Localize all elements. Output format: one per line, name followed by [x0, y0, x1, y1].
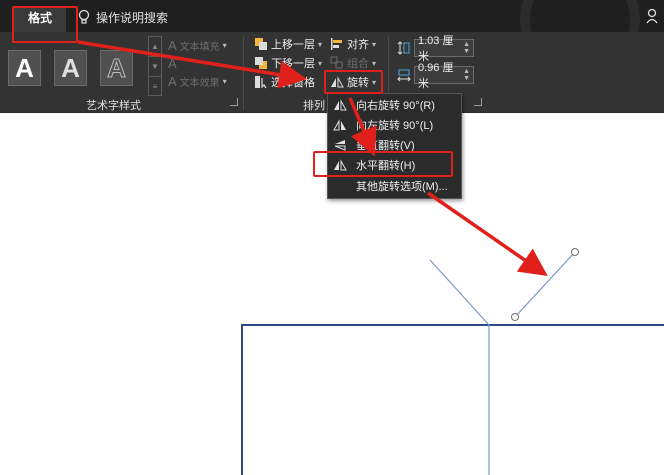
- lightbulb-icon: [78, 9, 90, 24]
- chevron-down-icon: ▾: [372, 58, 377, 68]
- menu-item-label: 向右旋转 90°(R): [356, 100, 435, 112]
- group-label: 组合: [347, 58, 369, 70]
- rectangle-shape[interactable]: [241, 324, 664, 475]
- chevron-down-icon: ▾: [318, 39, 323, 49]
- group-divider: [243, 36, 244, 110]
- menu-item-more-rotation[interactable]: 其他旋转选项(M)...: [328, 176, 461, 196]
- text-fill-icon: A: [168, 37, 177, 53]
- rotate-dropdown-menu: 向右旋转 90°(R) 向左旋转 90°(L) 垂直翻转(V) 水平翻转(H) …: [327, 93, 462, 199]
- rotate-left-icon: [333, 119, 346, 131]
- menu-item-label: 其他旋转选项(M)...: [356, 181, 448, 193]
- width-field[interactable]: 0.96 厘米 ▲ ▼: [397, 62, 474, 90]
- wordart-dialog-launcher-icon[interactable]: [230, 98, 238, 106]
- selection-pane-icon: [255, 76, 267, 89]
- layer-down-icon: [255, 57, 267, 69]
- text-fill-label: 文本填充: [179, 41, 220, 53]
- highlight-format-tab: [12, 6, 78, 43]
- align-button[interactable]: 对齐 ▾: [330, 35, 376, 53]
- text-effect-label: 文本效果: [179, 77, 220, 89]
- gallery-down-icon[interactable]: ▼: [149, 57, 161, 77]
- left-diagonal-line-shape[interactable]: [429, 259, 490, 326]
- arrange-group-label: 排列: [303, 100, 325, 112]
- wordart-group-label: 艺术字样式: [86, 100, 141, 112]
- rotate-right-icon: [334, 99, 347, 111]
- layer-up-icon: [255, 38, 267, 50]
- text-effect-icon: A: [168, 73, 177, 89]
- width-input[interactable]: 0.96 厘米 ▲ ▼: [414, 62, 474, 90]
- text-outline-button[interactable]: A: [168, 54, 177, 72]
- width-icon: [397, 69, 411, 82]
- chevron-down-icon: ▾: [222, 76, 227, 86]
- highlight-rotate-button: [324, 70, 383, 94]
- align-icon: [331, 38, 342, 50]
- height-field[interactable]: 1.03 厘米 ▲ ▼: [397, 35, 474, 63]
- group-icon: [330, 56, 343, 69]
- chevron-down-icon: ▾: [222, 40, 227, 50]
- text-outline-icon: A: [168, 55, 177, 71]
- chevron-down-icon: ▾: [372, 39, 377, 49]
- size-dialog-launcher-icon[interactable]: [474, 98, 482, 106]
- height-icon: [397, 41, 410, 55]
- highlight-flip-horizontal: [313, 151, 453, 177]
- wordart-style-1[interactable]: A: [8, 50, 41, 86]
- menu-item-label: 向左旋转 90°(L): [356, 120, 434, 132]
- menu-item-rotate-right[interactable]: 向右旋转 90°(R): [328, 95, 461, 115]
- flip-vertical-icon: [334, 140, 346, 151]
- wordart-style-3[interactable]: A: [100, 50, 133, 86]
- text-fill-button[interactable]: A 文本填充 ▾: [168, 36, 227, 54]
- title-bar: 格式 操作说明搜索: [0, 0, 664, 80]
- align-label: 对齐: [347, 39, 369, 51]
- chevron-down-icon: ▾: [318, 58, 323, 68]
- menu-item-rotate-left[interactable]: 向左旋转 90°(L): [328, 115, 461, 135]
- send-backward-button[interactable]: 下移一层 ▾: [254, 54, 322, 72]
- selected-line-shape[interactable]: [514, 251, 576, 318]
- share-person-icon[interactable]: [646, 8, 660, 24]
- line-start-handle[interactable]: [511, 313, 519, 321]
- selection-pane-button[interactable]: 选择窗格: [254, 73, 315, 91]
- selection-pane-label: 选择窗格: [271, 77, 315, 89]
- text-effect-button[interactable]: A 文本效果 ▾: [168, 72, 227, 90]
- spinner-icon[interactable]: ▲ ▼: [463, 68, 470, 82]
- tell-me-label: 操作说明搜索: [96, 10, 169, 25]
- gallery-more-icon[interactable]: ≡: [149, 77, 161, 97]
- gallery-up-icon[interactable]: ▲: [149, 37, 161, 57]
- height-input[interactable]: 1.03 厘米 ▲ ▼: [414, 35, 474, 63]
- wordart-style-2[interactable]: A: [54, 50, 87, 86]
- wordart-gallery-scroll[interactable]: ▲ ▼ ≡: [148, 36, 162, 96]
- tell-me-search[interactable]: 操作说明搜索: [78, 8, 168, 26]
- line-end-handle[interactable]: [571, 248, 579, 256]
- send-backward-label: 下移一层: [271, 58, 315, 70]
- bring-forward-label: 上移一层: [271, 39, 315, 51]
- width-value: 0.96 厘米: [418, 62, 454, 90]
- bring-forward-button[interactable]: 上移一层 ▾: [254, 35, 322, 53]
- spinner-icon[interactable]: ▲ ▼: [463, 41, 470, 55]
